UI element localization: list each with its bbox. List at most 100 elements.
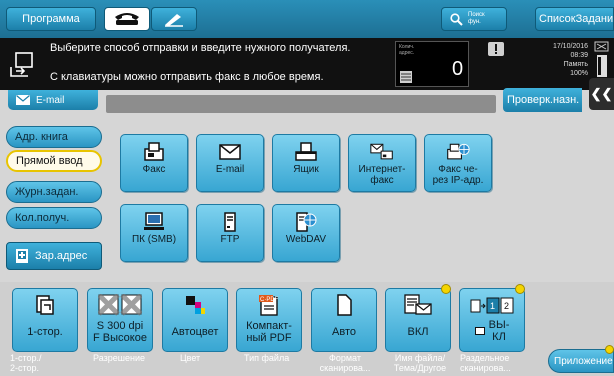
nav-address-book[interactable]: Адр. книга — [6, 126, 102, 148]
tile-label: Интернет- факс — [358, 164, 406, 186]
nav-multi-destination[interactable]: Кол.получ. — [6, 207, 102, 229]
tile-label: Ящик — [293, 164, 319, 175]
svg-text:C·PDF: C·PDF — [260, 297, 279, 303]
setting-caption: 1-стор./ 2-стор. — [10, 353, 42, 373]
fax-mode-button[interactable] — [104, 7, 150, 31]
resolution-setting-button[interactable]: S 300 dpi F Высокое — [87, 288, 153, 352]
nav-label: Адр. книга — [15, 131, 68, 143]
toner-status-icon[interactable] — [594, 41, 610, 79]
tile-ip-fax[interactable]: Факс че- рез IP-адр. — [424, 134, 492, 192]
tile-pc-smb[interactable]: ПК (SMB) — [120, 204, 188, 262]
check-destination-label: Проверк.назн. — [507, 94, 580, 106]
nav-label: Кол.получ. — [15, 212, 70, 224]
resolution-icon — [98, 293, 142, 317]
tile-label: Факс — [142, 164, 166, 175]
svg-text:1: 1 — [490, 301, 495, 311]
program-button[interactable]: Программа — [6, 7, 96, 31]
program-label: Программа — [22, 13, 80, 25]
email-destination-tab[interactable]: E-mail — [8, 90, 98, 110]
setting-caption: Формат сканирова... — [319, 353, 371, 373]
double-chevron-left-icon: ❮❮ — [590, 86, 613, 101]
nav-label: Прямой ввод — [16, 155, 83, 167]
tile-email[interactable]: E-mail — [196, 134, 264, 192]
tile-webdav[interactable]: WebDAV — [272, 204, 340, 262]
setting-value: 1-стор. — [27, 326, 63, 338]
register-address-icon — [16, 249, 28, 263]
date-text: 17/10/2016 — [552, 43, 588, 50]
applications-label: Приложение — [554, 355, 613, 367]
internet-fax-icon — [370, 142, 394, 162]
setting-caption: Раздельное сканирова... — [460, 353, 511, 373]
duplex-icon — [35, 293, 55, 317]
duplex-setting-button[interactable]: 1-стор. — [12, 288, 78, 352]
setting-caption: Разрешение — [93, 353, 145, 363]
handwriting-mode-button[interactable] — [151, 7, 197, 31]
file-type-setting-button[interactable]: C·PDF Компакт- ный PDF — [236, 288, 302, 352]
page-icon — [474, 327, 485, 335]
email-tab-label: E-mail — [36, 94, 65, 106]
pdf-file-icon: C·PDF — [258, 293, 280, 317]
collapse-panel-button[interactable]: ❮❮ — [589, 78, 614, 110]
separate-scan-setting-button[interactable]: 12 ВЫ- КЛ — [459, 288, 525, 352]
phone-icon — [115, 13, 139, 25]
keypad-icon — [400, 71, 412, 83]
search-icon — [450, 12, 463, 26]
document-email-icon — [404, 293, 432, 317]
tile-internet-fax[interactable]: Интернет- факс — [348, 134, 416, 192]
setting-caption: Имя файла/ Тема/Другое — [393, 353, 447, 373]
nav-label: Журн.задан. — [15, 186, 79, 198]
setting-value: ВКЛ — [407, 326, 429, 338]
separate-scan-value: ВЫ- КЛ — [474, 319, 509, 343]
applications-badge — [605, 345, 614, 354]
memory-value: 100% — [570, 70, 588, 77]
applications-button[interactable]: Приложение — [548, 349, 614, 373]
setting-caption: Тип файла — [244, 353, 290, 363]
keyboard-hint-message: С клавиатуры можно отправить факс в любо… — [50, 71, 324, 83]
job-list-button[interactable]: СписокЗаданий — [535, 7, 614, 31]
search-label: Поиск фун. — [468, 12, 485, 26]
ip-fax-icon — [446, 142, 470, 162]
color-setting-button[interactable]: Автоцвет — [162, 288, 228, 352]
tile-label: WebDAV — [285, 234, 327, 245]
tile-label: ПК (SMB) — [131, 234, 177, 245]
separate-scan-icon: 12 — [470, 293, 514, 317]
function-search-button[interactable]: Поиск фун. — [441, 7, 507, 31]
changed-setting-badge — [441, 284, 451, 294]
nav-direct-input[interactable]: Прямой ввод — [6, 150, 102, 172]
nav-job-log[interactable]: Журн.задан. — [6, 181, 102, 203]
scan-size-setting-button[interactable]: Авто — [311, 288, 377, 352]
counter-value: 0 — [452, 58, 464, 80]
setting-caption: Цвет — [180, 353, 201, 363]
pen-icon — [165, 14, 183, 27]
counter-label: Колич. адрес. — [399, 44, 414, 56]
changed-setting-badge — [515, 284, 525, 294]
time-text: 08:39 — [570, 52, 588, 59]
envelope-icon — [218, 142, 242, 162]
alert-icon[interactable] — [488, 42, 504, 56]
send-document-icon — [10, 52, 33, 77]
search-label-line2: фун. — [468, 19, 481, 25]
tile-box[interactable]: Ящик — [272, 134, 340, 192]
page-size-icon — [336, 293, 352, 317]
tile-fax[interactable]: Факс — [120, 134, 188, 192]
check-destination-button[interactable]: Проверк.назн. — [503, 88, 582, 112]
register-address-label: Зар.адрес — [35, 250, 88, 262]
setting-value: Компакт- ный PDF — [246, 320, 292, 344]
computer-icon — [142, 212, 166, 232]
memory-label: Память — [563, 61, 588, 68]
box-icon — [294, 142, 318, 162]
destination-field[interactable] — [106, 95, 496, 113]
register-address-button[interactable]: Зар.адрес — [6, 242, 102, 270]
counter-label-line2: адрес. — [399, 50, 415, 56]
svg-text:2: 2 — [504, 301, 509, 311]
envelope-icon — [16, 95, 30, 105]
file-name-setting-button[interactable]: ВКЛ — [385, 288, 451, 352]
tile-ftp[interactable]: FTP — [196, 204, 264, 262]
tile-label: FTP — [220, 234, 240, 245]
setting-value: S 300 dpi F Высокое — [93, 320, 147, 344]
setting-value: Автоцвет — [171, 326, 219, 338]
search-label-line1: Поиск — [468, 12, 485, 18]
fax-icon — [142, 142, 166, 162]
ftp-icon — [218, 212, 242, 232]
color-icon — [184, 293, 206, 317]
